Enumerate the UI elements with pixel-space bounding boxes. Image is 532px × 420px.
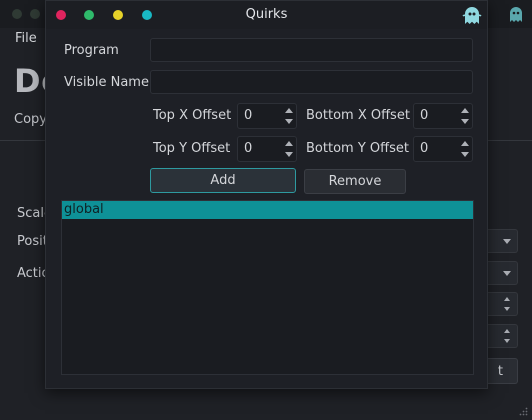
- visible-name-input[interactable]: [150, 70, 473, 94]
- chevron-down-icon: [503, 239, 511, 244]
- resize-grip-icon[interactable]: [518, 406, 528, 416]
- spin-up-icon[interactable]: [504, 297, 510, 301]
- top-x-offset-label: Top X Offset: [153, 108, 232, 123]
- top-y-offset-spinbox[interactable]: 0: [237, 136, 297, 162]
- spin-down-icon[interactable]: [504, 339, 510, 343]
- program-input[interactable]: [150, 38, 473, 62]
- bg-action-button-label: t: [497, 364, 503, 379]
- add-button[interactable]: Add: [150, 168, 296, 193]
- top-y-offset-value: 0: [244, 141, 253, 156]
- bottom-x-offset-value: 0: [420, 108, 429, 123]
- spin-down-icon[interactable]: [461, 152, 469, 157]
- spin-up-icon[interactable]: [285, 108, 293, 113]
- menu-file[interactable]: File: [15, 31, 37, 46]
- bg-close-dot[interactable]: [12, 9, 22, 19]
- visible-name-label: Visible Name: [64, 75, 149, 90]
- spin-up-icon[interactable]: [504, 329, 510, 333]
- bg-minimize-dot[interactable]: [30, 9, 40, 19]
- list-item[interactable]: global: [62, 201, 473, 219]
- spin-down-icon[interactable]: [285, 119, 293, 124]
- spin-up-icon[interactable]: [461, 141, 469, 146]
- bottom-y-offset-value: 0: [420, 141, 429, 156]
- spin-down-icon[interactable]: [504, 307, 510, 311]
- spin-up-icon[interactable]: [285, 141, 293, 146]
- spin-down-icon[interactable]: [461, 119, 469, 124]
- top-x-offset-spinbox[interactable]: 0: [237, 103, 297, 129]
- position-label: Posit: [17, 234, 48, 249]
- bottom-y-offset-spinbox[interactable]: 0: [413, 136, 473, 162]
- bottom-x-offset-spinbox[interactable]: 0: [413, 103, 473, 129]
- bottom-y-offset-label: Bottom Y Offset: [306, 141, 409, 156]
- spin-up-icon[interactable]: [461, 108, 469, 113]
- top-y-offset-label: Top Y Offset: [153, 141, 231, 156]
- quirks-dialog: Quirks Program Visible Name Top X Offset…: [45, 0, 488, 389]
- remove-button[interactable]: Remove: [304, 169, 406, 194]
- copy-button[interactable]: Copy: [14, 112, 47, 127]
- quirks-list[interactable]: global: [61, 200, 474, 375]
- top-x-offset-value: 0: [244, 108, 253, 123]
- bottom-x-offset-label: Bottom X Offset: [306, 108, 410, 123]
- program-label: Program: [64, 43, 119, 58]
- dialog-titlebar[interactable]: Quirks: [46, 1, 487, 29]
- dialog-title: Quirks: [245, 7, 288, 22]
- spin-down-icon[interactable]: [285, 152, 293, 157]
- ghost-icon: [510, 7, 522, 22]
- ghost-icon: [462, 7, 482, 24]
- chevron-down-icon: [503, 271, 511, 276]
